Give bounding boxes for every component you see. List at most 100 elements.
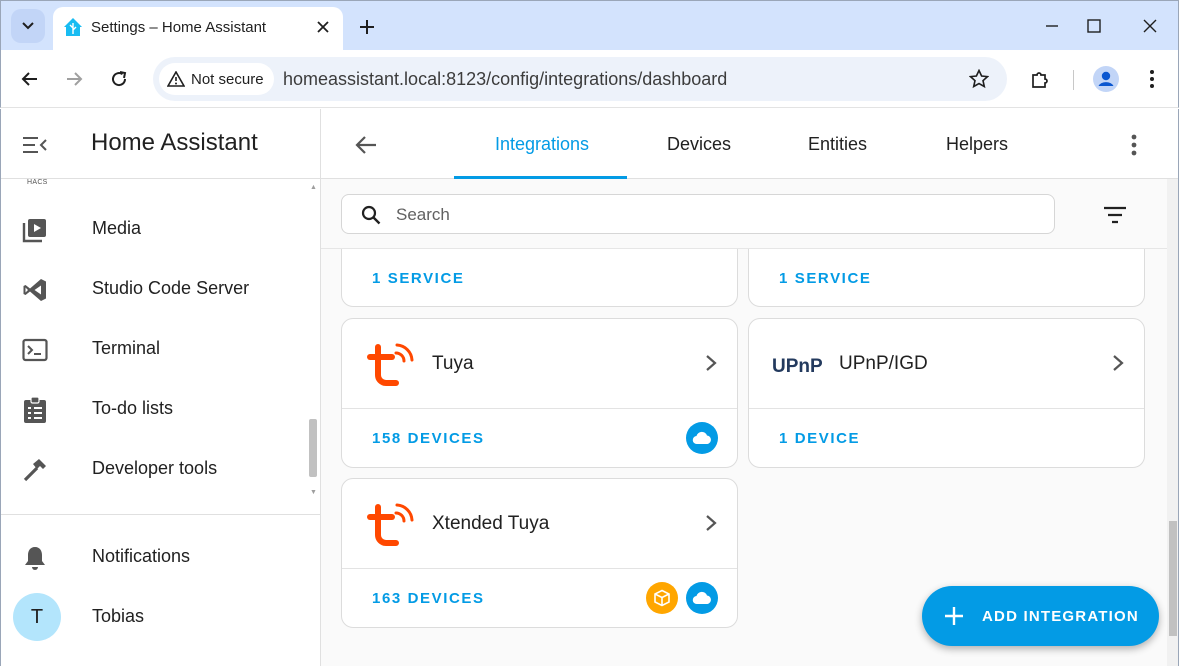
sidebar-item-label: Media (92, 218, 142, 238)
url-text[interactable]: homeassistant.local:8123/config/integrat… (283, 69, 727, 90)
arrow-left-icon (21, 72, 37, 86)
bookmark-star-icon[interactable] (967, 67, 991, 91)
hammer-icon (21, 456, 49, 484)
upnp-logo-icon: UPnP (769, 337, 829, 391)
arrow-left-icon (355, 136, 376, 154)
tab-devices[interactable]: Devices (667, 134, 731, 155)
add-integration-label: ADD INTEGRATION (982, 608, 1139, 625)
browser-tabstrip: Settings – Home Assistant (0, 0, 1179, 51)
filter-icon (1104, 206, 1126, 224)
sidebar-title: Home Assistant (91, 129, 258, 156)
maximize-window-button[interactable] (1079, 11, 1109, 41)
sidebar-item-todo-lists[interactable]: To-do lists (1, 379, 311, 439)
tab-search-button[interactable] (11, 9, 45, 43)
tuya-logo-icon (362, 337, 416, 391)
sidebar-header: Home Assistant (1, 109, 321, 179)
chevron-right-icon[interactable] (1108, 353, 1128, 373)
browser-tab-settings[interactable]: Settings – Home Assistant (53, 7, 343, 51)
add-integration-button[interactable]: ADD INTEGRATION (922, 586, 1159, 646)
new-tab-button[interactable] (353, 13, 381, 41)
security-chip[interactable]: Not secure (159, 63, 274, 95)
warning-icon (167, 71, 185, 87)
forward-button[interactable] (59, 64, 89, 94)
sidebar-scroll-down-arrow[interactable]: ▼ (310, 489, 317, 496)
maximize-icon (1087, 19, 1101, 33)
back-arrow-button[interactable] (351, 130, 381, 160)
toolbar-separator (1073, 70, 1074, 90)
sidebar-list: HACS Media Studio Code Server Terminal T… (1, 179, 321, 514)
sidebar-scrollbar[interactable] (309, 419, 317, 477)
sidebar-scroll-up-arrow[interactable]: ▲ (310, 184, 317, 191)
sidebar-item-label: Developer tools (92, 458, 218, 478)
custom-integration-package-icon (646, 582, 678, 614)
address-bar[interactable]: Not secure homeassistant.local:8123/conf… (153, 57, 1007, 101)
card-footer-count[interactable]: 158 DEVICES (372, 430, 485, 447)
search-icon (360, 204, 382, 226)
sidebar-item-hacs-label[interactable]: HACS (27, 179, 48, 186)
main-scrollbar-thumb[interactable] (1169, 521, 1177, 636)
sidebar: Home Assistant HACS Media Studio Code Se… (0, 109, 321, 666)
extensions-icon[interactable] (1025, 64, 1055, 94)
chevron-right-icon[interactable] (701, 513, 721, 533)
sidebar-item-notifications[interactable]: Notifications (1, 527, 311, 587)
filter-button[interactable] (1101, 203, 1129, 227)
tab-entities[interactable]: Entities (808, 134, 867, 155)
media-icon (21, 216, 49, 244)
bell-icon (21, 544, 49, 572)
chevron-right-icon[interactable] (701, 353, 721, 373)
integration-card-tuya[interactable]: Tuya 158 DEVICES (341, 318, 738, 468)
card-header[interactable]: Tuya (342, 319, 737, 409)
integration-name: Xtended Tuya (432, 513, 550, 534)
overflow-menu-button[interactable] (1121, 130, 1147, 160)
security-label: Not secure (191, 70, 264, 88)
sidebar-item-terminal[interactable]: Terminal (1, 319, 311, 379)
notifications-label: Notifications (92, 546, 191, 566)
card-footer-count[interactable]: 1 SERVICE (779, 270, 872, 287)
card-header[interactable]: Xtended Tuya (342, 479, 737, 569)
plus-icon (942, 604, 966, 628)
tuya-logo-icon (362, 497, 416, 551)
card-footer-count[interactable]: 163 DEVICES (372, 590, 485, 607)
dots-vertical-icon (1131, 134, 1137, 156)
main-scrollbar[interactable] (1167, 179, 1178, 666)
sidebar-item-studio-code-server[interactable]: Studio Code Server (1, 259, 311, 319)
integration-card-upnp-igd[interactable]: UPnP UPnP/IGD 1 DEVICE (748, 318, 1145, 468)
card-footer-count[interactable]: 1 DEVICE (779, 430, 860, 447)
cloud-icon (686, 582, 718, 614)
browser-tab-title: Settings – Home Assistant (91, 19, 267, 36)
search-input[interactable] (396, 201, 1036, 229)
integration-card-partial[interactable]: 1 SERVICE (341, 249, 738, 307)
sidebar-item-developer-tools[interactable]: Developer tools (1, 439, 311, 499)
menu-open-icon (23, 137, 47, 153)
close-tab-icon[interactable] (313, 17, 333, 37)
card-header[interactable]: UPnP UPnP/IGD (749, 319, 1144, 409)
main-panel: Integrations Devices Entities Helpers 1 … (321, 109, 1179, 666)
integration-card-partial[interactable]: 1 SERVICE (748, 249, 1145, 307)
terminal-icon (21, 336, 49, 364)
reload-button[interactable] (104, 64, 134, 94)
profile-avatar-icon[interactable] (1091, 64, 1121, 94)
minimize-window-button[interactable] (1037, 11, 1067, 41)
sidebar-item-label: To-do lists (92, 398, 174, 418)
cloud-icon (686, 422, 718, 454)
vscode-icon (21, 276, 49, 304)
search-field[interactable] (341, 194, 1055, 234)
upnp-logo-text: UPnP (772, 356, 823, 376)
integration-name: UPnP/IGD (839, 353, 928, 374)
tab-integrations[interactable]: Integrations (495, 134, 589, 155)
search-row (321, 179, 1178, 249)
sidebar-toggle-button[interactable] (21, 131, 49, 159)
tab-helpers[interactable]: Helpers (946, 134, 1008, 155)
sidebar-item-label: Studio Code Server (92, 278, 250, 298)
chevron-down-icon (22, 22, 34, 30)
back-button[interactable] (15, 64, 45, 94)
integration-card-xtended-tuya[interactable]: Xtended Tuya 163 DEVICES (341, 478, 738, 628)
close-window-button[interactable] (1135, 11, 1165, 41)
clipboard-list-icon (21, 396, 49, 424)
browser-menu-icon[interactable] (1137, 64, 1167, 94)
browser-toolbar: Not secure homeassistant.local:8123/conf… (0, 50, 1179, 108)
close-icon (1143, 19, 1157, 33)
sidebar-item-profile[interactable]: Tobias (1, 587, 311, 647)
card-footer-count[interactable]: 1 SERVICE (372, 270, 465, 287)
sidebar-item-media[interactable]: Media (1, 199, 311, 259)
